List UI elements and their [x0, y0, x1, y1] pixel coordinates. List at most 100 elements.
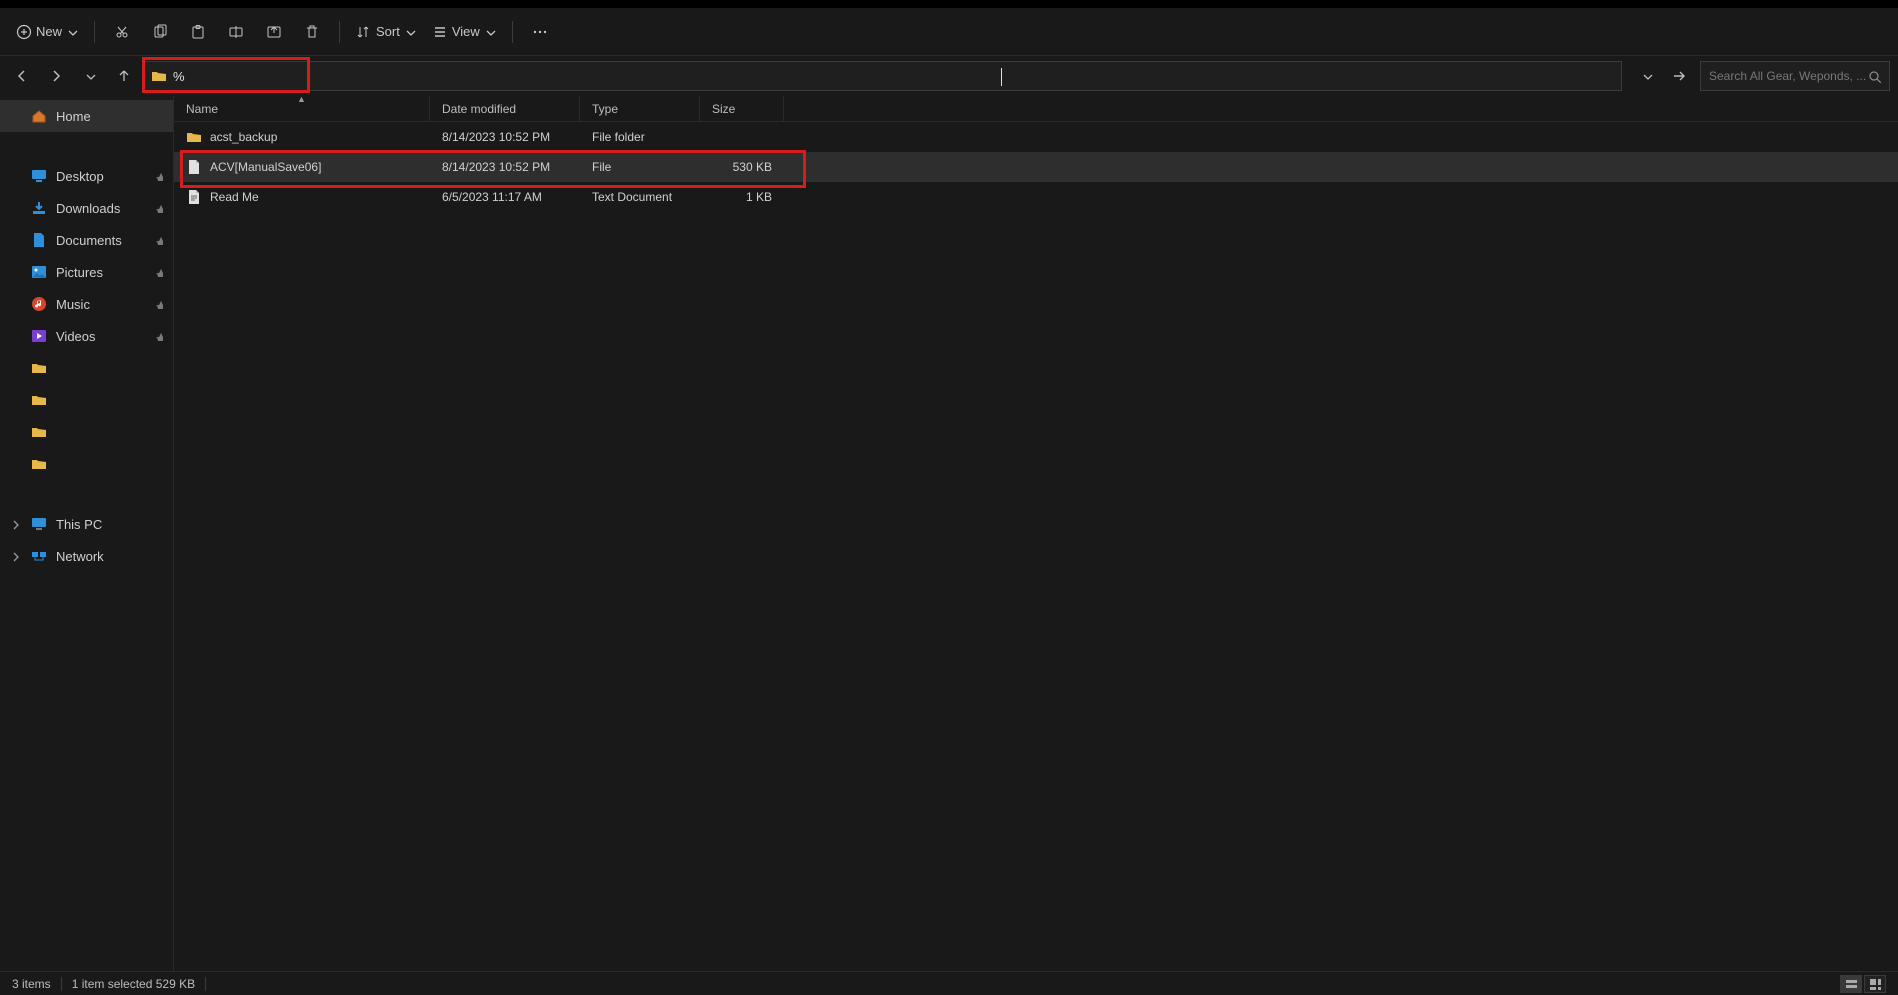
cell-name: acst_backup	[174, 129, 430, 145]
sidebar-network[interactable]: Network	[0, 540, 173, 572]
paste-button[interactable]	[181, 16, 215, 48]
copy-button[interactable]	[143, 16, 177, 48]
folder-icon	[30, 391, 48, 409]
large-icons-icon	[1869, 978, 1881, 990]
home-icon	[30, 107, 48, 125]
sidebar-quick-item[interactable]: Videos	[0, 320, 173, 352]
sidebar-home[interactable]: Home	[0, 100, 173, 132]
column-header-modified[interactable]: Date modified	[430, 96, 580, 121]
arrow-up-icon	[116, 68, 132, 84]
pin-icon	[153, 203, 163, 213]
file-name: acst_backup	[210, 130, 277, 144]
address-text: %	[173, 69, 185, 84]
forward-button[interactable]	[42, 62, 70, 90]
new-button[interactable]: New	[10, 16, 84, 48]
file-row[interactable]: Read Me 6/5/2023 11:17 AMText Document1 K…	[174, 182, 1898, 212]
cell-modified: 6/5/2023 11:17 AM	[430, 190, 580, 204]
sidebar-quick-item[interactable]	[0, 352, 173, 384]
sort-icon	[356, 24, 372, 40]
status-item-count: 3 items	[12, 977, 51, 991]
search-box[interactable]	[1700, 61, 1890, 91]
nav-row: %	[0, 56, 1898, 96]
status-bar: 3 items 1 item selected 529 KB	[0, 971, 1898, 995]
paste-icon	[190, 24, 206, 40]
new-label: New	[36, 24, 62, 39]
address-bar[interactable]: %	[144, 61, 1622, 91]
share-button[interactable]	[257, 16, 291, 48]
sidebar-thispc-label: This PC	[56, 517, 102, 532]
sidebar-quick-item[interactable]	[0, 384, 173, 416]
sidebar-quick-item[interactable]	[0, 448, 173, 480]
file-name: ACV[ManualSave06]	[210, 160, 321, 174]
column-header-size[interactable]: Size	[700, 96, 784, 121]
separator	[512, 21, 513, 43]
column-header-name-label: Name	[186, 102, 218, 116]
spacer	[0, 480, 173, 508]
sidebar-thispc[interactable]: This PC	[0, 508, 173, 540]
column-header-type[interactable]: Type	[580, 96, 700, 121]
separator	[61, 977, 62, 991]
view-button[interactable]: View	[426, 16, 502, 48]
back-button[interactable]	[8, 62, 36, 90]
column-header-name[interactable]: Name ▲	[174, 96, 430, 121]
expander-icon[interactable]	[8, 549, 22, 563]
search-icon	[1867, 69, 1881, 83]
sort-button[interactable]: Sort	[350, 16, 422, 48]
file-row[interactable]: acst_backup8/14/2023 10:52 PMFile folder	[174, 122, 1898, 152]
separator	[339, 21, 340, 43]
search-input[interactable]	[1709, 69, 1867, 83]
cell-type: Text Document	[580, 190, 700, 204]
file-name: Read Me	[210, 190, 259, 204]
recent-button[interactable]	[76, 62, 104, 90]
pictures-icon	[30, 263, 48, 281]
sidebar-quick-item[interactable]: Music	[0, 288, 173, 320]
sidebar-quick-item[interactable]: Desktop	[0, 160, 173, 192]
address-history-button[interactable]	[1632, 62, 1662, 90]
pin-icon	[153, 331, 163, 341]
expander-icon[interactable]	[8, 517, 22, 531]
cell-modified: 8/14/2023 10:52 PM	[430, 130, 580, 144]
file-row[interactable]: ACV[ManualSave06] 8/14/2023 10:52 PMFile5…	[174, 152, 1898, 182]
view-large-button[interactable]	[1864, 975, 1886, 993]
file-list: Name ▲ Date modified Type Size acst_back…	[174, 96, 1898, 971]
sidebar-quick-item[interactable]: Downloads	[0, 192, 173, 224]
sidebar-quick-label: Music	[56, 297, 90, 312]
sidebar-quick-label: Documents	[56, 233, 122, 248]
rename-button[interactable]	[219, 16, 253, 48]
cut-button[interactable]	[105, 16, 139, 48]
cell-size: 530 KB	[700, 160, 784, 174]
go-button[interactable]	[1664, 62, 1694, 90]
go-icon	[1671, 68, 1687, 84]
sidebar-home-label: Home	[56, 109, 91, 124]
view-details-button[interactable]	[1840, 975, 1862, 993]
trash-icon	[304, 24, 320, 40]
chevron-down-icon	[1641, 70, 1653, 82]
pin-icon	[153, 171, 163, 181]
cell-type: File	[580, 160, 700, 174]
cell-size: 1 KB	[700, 190, 784, 204]
arrow-right-icon	[48, 68, 64, 84]
titlebar	[0, 0, 1898, 8]
separator	[205, 977, 206, 991]
cell-name: ACV[ManualSave06]	[174, 159, 430, 175]
delete-button[interactable]	[295, 16, 329, 48]
sidebar-quick-item[interactable]: Documents	[0, 224, 173, 256]
sidebar-quick-item[interactable]	[0, 416, 173, 448]
up-button[interactable]	[110, 62, 138, 90]
sort-label: Sort	[376, 24, 400, 39]
cell-modified: 8/14/2023 10:52 PM	[430, 160, 580, 174]
file-icon	[186, 159, 202, 175]
view-label: View	[452, 24, 480, 39]
sidebar-quick-item[interactable]: Pictures	[0, 256, 173, 288]
sort-indicator-icon: ▲	[297, 94, 306, 104]
downloads-icon	[30, 199, 48, 217]
text-icon	[186, 189, 202, 205]
sidebar-network-label: Network	[56, 549, 104, 564]
rename-icon	[228, 24, 244, 40]
details-icon	[1845, 978, 1857, 990]
folder-icon	[186, 129, 202, 145]
plus-circle-icon	[16, 24, 32, 40]
more-button[interactable]	[523, 16, 557, 48]
address-controls	[1632, 62, 1694, 90]
desktop-icon	[30, 167, 48, 185]
